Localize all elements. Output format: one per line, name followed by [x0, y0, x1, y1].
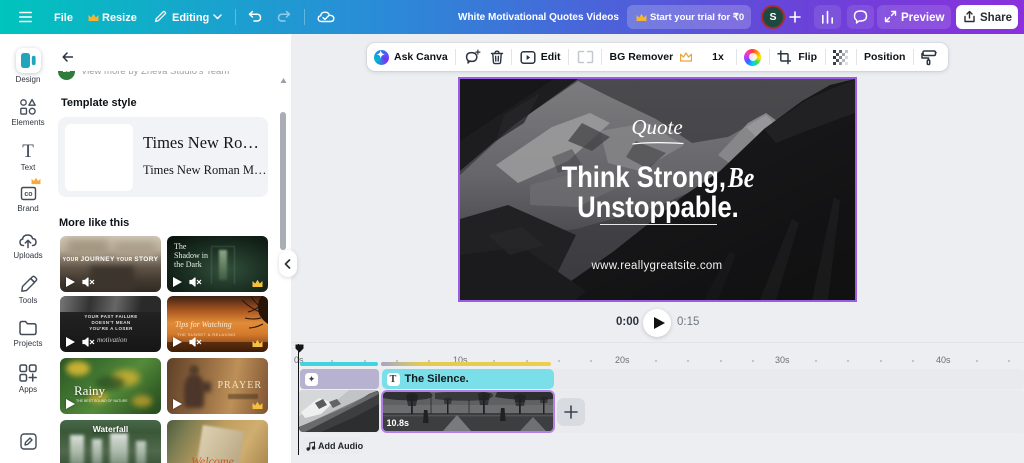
svg-text:co: co [24, 191, 32, 198]
